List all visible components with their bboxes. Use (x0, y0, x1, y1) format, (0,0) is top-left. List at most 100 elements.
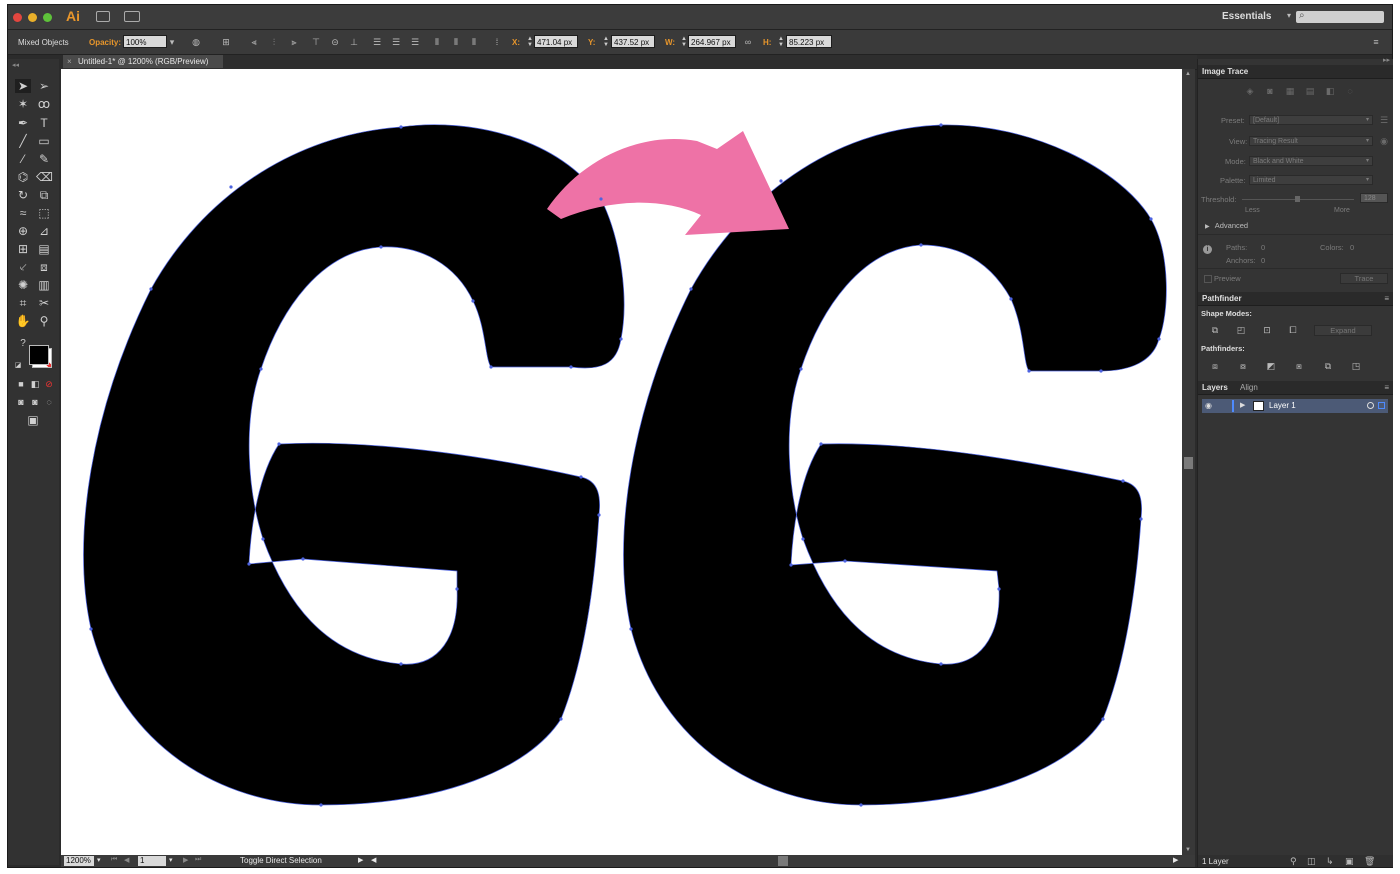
scroll-up-icon[interactable]: ▲ (1185, 71, 1191, 77)
reference-point-icon[interactable]: ⁞ (492, 37, 502, 47)
none-mode-icon[interactable]: ⊘ (41, 377, 57, 391)
h-stepper-icon[interactable]: ▲ ▼ (778, 36, 784, 48)
paintbrush-tool-icon[interactable]: ⁄ (15, 152, 31, 166)
minimize-window-button[interactable] (28, 13, 37, 22)
close-window-button[interactable] (13, 13, 22, 22)
width-tool-icon[interactable]: ≈ (15, 206, 31, 220)
layer-row[interactable]: ◉ ▶ Layer 1 (1202, 399, 1388, 413)
default-colors-icon[interactable]: ◪ (10, 359, 26, 373)
last-artboard-icon[interactable]: ⏭ (195, 856, 201, 864)
divide-icon[interactable]: ⧈ (1209, 361, 1221, 371)
eraser-tool-icon[interactable]: ⌫ (36, 170, 53, 184)
control-panel-menu-icon[interactable]: ≡ (1371, 37, 1381, 47)
mode-select[interactable]: Black and White ▾ (1249, 156, 1373, 166)
close-tab-icon[interactable]: × (67, 55, 72, 68)
palette-select[interactable]: Limited ▾ (1249, 175, 1373, 185)
eyedropper-tool-icon[interactable]: ⸔ (15, 260, 31, 274)
distribute-bottom-icon[interactable]: ☰ (410, 37, 420, 47)
x-position-input[interactable]: 471.04 px (534, 35, 578, 48)
artboard-canvas[interactable] (61, 69, 1182, 855)
vertical-scrollbar[interactable]: ▲ ▼ (1182, 69, 1195, 855)
zoom-tool-icon[interactable]: ⚲ (36, 314, 52, 328)
align-tab[interactable]: Align (1240, 383, 1258, 392)
bridge-icon[interactable] (96, 11, 110, 22)
opacity-dropdown-icon[interactable]: ▾ (167, 37, 177, 47)
align-center-icon[interactable]: ⫶ (269, 37, 279, 47)
high-color-icon[interactable]: ◙ (1264, 86, 1276, 96)
expand-button[interactable]: Expand (1314, 325, 1372, 336)
blob-brush-tool-icon[interactable]: ⌬ (15, 170, 31, 184)
threshold-input[interactable]: 128 (1360, 193, 1388, 203)
status-message[interactable]: Toggle Direct Selection (240, 856, 322, 865)
view-select[interactable]: Tracing Result ▾ (1249, 136, 1373, 146)
zoom-level-input[interactable]: 1200% (64, 856, 94, 866)
distribute-hcenter-icon[interactable]: ⦀ (451, 37, 461, 47)
status-menu-icon[interactable]: ▶ (358, 856, 363, 864)
trim-icon[interactable]: ⧇ (1237, 361, 1249, 371)
direct-selection-tool-icon[interactable]: ➢ (36, 79, 52, 93)
artboard-number-input[interactable]: 1 (138, 856, 166, 866)
height-input[interactable]: 85.223 px (786, 35, 832, 48)
screen-mode-icon[interactable]: ▣ (25, 413, 41, 427)
locate-object-icon[interactable]: ⚲ (1290, 856, 1297, 867)
merge-icon[interactable]: ◩ (1265, 361, 1277, 371)
distribute-left-icon[interactable]: ⦀ (432, 37, 442, 47)
horizontal-scroll-thumb[interactable] (778, 856, 788, 866)
pen-tool-icon[interactable]: ✒ (15, 116, 31, 130)
layer-name[interactable]: Layer 1 (1269, 401, 1296, 410)
w-stepper-icon[interactable]: ▲ ▼ (681, 36, 687, 48)
artwork[interactable] (61, 69, 1182, 855)
shape-builder-tool-icon[interactable]: ⊕ (15, 224, 31, 238)
free-transform-tool-icon[interactable]: ⬚ (36, 206, 52, 220)
minus-front-icon[interactable]: ◰ (1235, 325, 1247, 335)
perspective-grid-tool-icon[interactable]: ⊿ (36, 224, 52, 238)
magic-wand-tool-icon[interactable]: ✶ (15, 97, 31, 111)
recolor-artwork-icon[interactable]: ◍ (191, 37, 201, 47)
low-color-icon[interactable]: ▦ (1284, 86, 1296, 96)
hand-tool-icon[interactable]: ✋ (15, 314, 31, 328)
next-artboard-icon[interactable]: ▶ (183, 856, 188, 864)
previous-artboard-icon[interactable]: ◀ (124, 856, 129, 864)
collapse-dock-icon[interactable]: ▸▸ (1383, 56, 1390, 64)
auto-color-icon[interactable]: ◈ (1244, 86, 1256, 96)
draw-inside-icon[interactable]: ◌ (41, 395, 57, 409)
gradient-tool-icon[interactable]: ▤ (36, 242, 52, 256)
preview-checkbox[interactable] (1204, 275, 1212, 283)
type-tool-icon[interactable]: T (36, 116, 52, 130)
align-top-icon[interactable]: ⊤ (311, 37, 321, 47)
create-sublayer-icon[interactable]: ↳ (1326, 856, 1334, 867)
image-trace-panel-header[interactable]: Image Trace (1198, 65, 1393, 79)
expand-layer-icon[interactable]: ▶ (1240, 401, 1245, 409)
intersect-icon[interactable]: ⊡ (1261, 325, 1273, 335)
crop-icon[interactable]: ⧆ (1293, 361, 1305, 371)
mesh-tool-icon[interactable]: ⊞ (15, 242, 31, 256)
trace-button[interactable]: Trace (1340, 273, 1388, 284)
opacity-input[interactable]: 100% (123, 35, 167, 48)
preset-menu-icon[interactable]: ☰ (1378, 115, 1390, 125)
align-right-icon[interactable]: ⫸ (289, 37, 299, 47)
trash-icon[interactable]: 🗑 (1364, 856, 1375, 867)
align-to-selection-icon[interactable]: ⊞ (221, 37, 231, 47)
unite-icon[interactable]: ⧉ (1209, 325, 1221, 335)
align-bottom-icon[interactable]: ⊥ (349, 37, 359, 47)
rotate-tool-icon[interactable]: ↻ (15, 188, 31, 202)
letter-g-left[interactable] (83, 124, 625, 806)
black-white-icon[interactable]: ◧ (1324, 86, 1336, 96)
distribute-top-icon[interactable]: ☰ (372, 37, 382, 47)
workspace-switcher[interactable]: Essentials (1222, 11, 1271, 22)
outline-icon[interactable]: ⧉ (1322, 361, 1334, 371)
grayscale-icon[interactable]: ▤ (1304, 86, 1316, 96)
new-layer-icon[interactable]: ▣ (1345, 856, 1354, 867)
selection-tool-icon[interactable]: ➤ (15, 79, 31, 93)
align-middle-icon[interactable]: ⊝ (330, 37, 340, 47)
scroll-right-icon[interactable]: ▶ (1173, 856, 1178, 864)
first-artboard-icon[interactable]: ⏮ (111, 856, 117, 864)
panel-grip-icon[interactable]: ◂◂ (12, 61, 19, 69)
rectangle-tool-icon[interactable]: ▭ (36, 134, 52, 148)
width-input[interactable]: 264.967 px (688, 35, 736, 48)
view-eye-icon[interactable]: ◉ (1378, 136, 1390, 146)
chevron-down-icon[interactable]: ▾ (1287, 11, 1291, 20)
distribute-center-icon[interactable]: ☰ (391, 37, 401, 47)
distribute-right-icon[interactable]: ⦀ (469, 37, 479, 47)
y-stepper-icon[interactable]: ▲ ▼ (603, 36, 609, 48)
